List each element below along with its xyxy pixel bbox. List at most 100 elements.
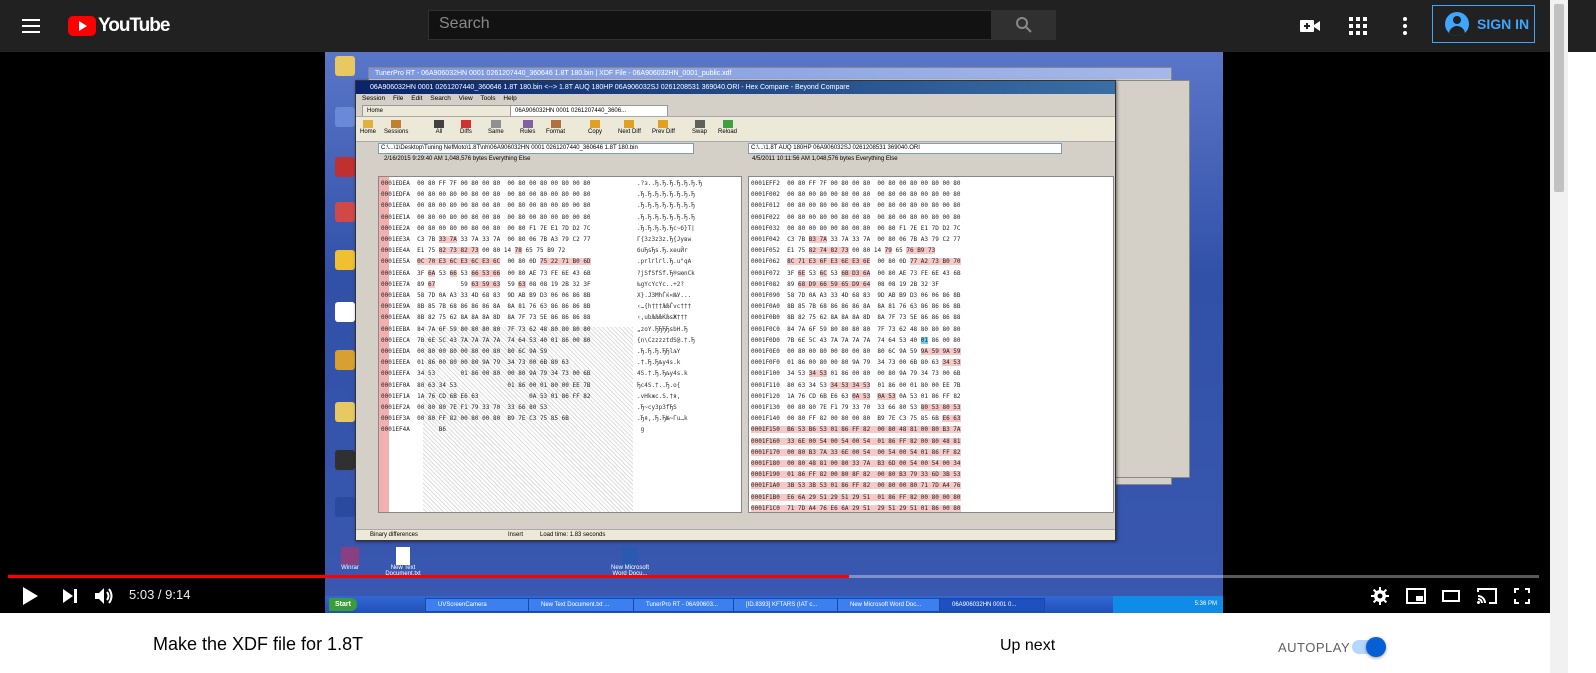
app-icon bbox=[335, 302, 355, 322]
sign-in-label: SIGN IN bbox=[1477, 16, 1530, 32]
youtube-play-logo-icon bbox=[68, 16, 96, 36]
toolbar-same[interactable]: Same bbox=[488, 120, 504, 135]
app-icon bbox=[335, 202, 355, 222]
skip-next-icon bbox=[63, 589, 77, 603]
bc-status-bar: Binary differences Insert Load time: 1.8… bbox=[356, 529, 1115, 540]
taskbar-item-active[interactable]: 06A906032HN 0001 0... bbox=[939, 598, 1045, 612]
masthead: YouTube SIGN IN bbox=[0, 0, 1596, 52]
status-mode: Insert bbox=[508, 532, 524, 538]
path-row: C:\...\1\Desktop\Tuning NefMoto\1.8T\nh\… bbox=[356, 142, 1115, 154]
time-total: 9:14 bbox=[165, 587, 191, 602]
toolbar-home[interactable]: Home bbox=[360, 120, 376, 135]
toolbar-rules[interactable]: Rules bbox=[520, 120, 535, 135]
apps-grid-icon bbox=[1349, 17, 1367, 35]
video-title: Make the XDF file for 1.8T bbox=[153, 634, 364, 654]
app-icon bbox=[335, 450, 355, 470]
right-file-info: 4/5/2011 10:11:56 AM 1,048,576 bytes Eve… bbox=[752, 156, 898, 162]
start-button[interactable]: Start bbox=[329, 598, 357, 611]
menu-item[interactable]: Tools bbox=[480, 95, 495, 102]
time-display: 5:03 / 9:14 bbox=[129, 586, 190, 604]
play-button[interactable] bbox=[18, 584, 42, 608]
time-current: 5:03 bbox=[129, 587, 155, 602]
menu-icon[interactable] bbox=[20, 15, 42, 37]
menu-item[interactable]: Help bbox=[503, 95, 516, 102]
toolbar-reload[interactable]: Reload bbox=[718, 120, 737, 135]
left-file-info: 2/16/2015 9:29:40 AM 1,048,576 bytes Eve… bbox=[384, 156, 531, 162]
toolbar-all[interactable]: All bbox=[434, 120, 444, 135]
search-icon bbox=[1016, 17, 1032, 33]
taskbar-item[interactable]: TunerPro RT - 06A90603... bbox=[633, 598, 743, 612]
miniplayer-button[interactable] bbox=[1404, 584, 1428, 608]
fullscreen-button[interactable] bbox=[1510, 584, 1534, 608]
next-button[interactable] bbox=[58, 584, 82, 608]
autoplay-toggle[interactable] bbox=[1352, 637, 1386, 657]
gear-icon bbox=[1371, 587, 1389, 605]
miniplayer-icon bbox=[1406, 588, 1426, 604]
taskbar-item[interactable]: [ID.8393] KFTARS (IAT c... bbox=[733, 598, 847, 612]
toolbar-prev-diff[interactable]: Prev Diff bbox=[652, 120, 675, 135]
autoplay-label: AUTOPLAY bbox=[1278, 640, 1351, 655]
status-load: Load time: 1.83 seconds bbox=[540, 532, 606, 538]
left-hex-text: 0001EDEA 00 80 FF 7F 00 80 00 80 00 80 0… bbox=[381, 180, 591, 434]
video-player[interactable]: TunerPro RT - 06A906032HN 0001 026120744… bbox=[0, 52, 1550, 613]
right-hex-text: 0001EFF2 00 80 FF 7F 00 80 00 80 00 80 0… bbox=[751, 180, 961, 512]
create-video-button[interactable] bbox=[1298, 14, 1322, 38]
taskbar-item[interactable]: New Text Document.txt ... bbox=[528, 598, 642, 612]
settings-more-button[interactable] bbox=[1393, 14, 1417, 38]
menu-item[interactable]: Search bbox=[430, 95, 451, 102]
toolbar-swap[interactable]: Swap bbox=[692, 120, 707, 135]
play-icon bbox=[23, 587, 38, 605]
info-row: 2/16/2015 9:29:40 AM 1,048,576 bytes Eve… bbox=[356, 154, 1115, 164]
right-hex-pane[interactable]: 0001EFF2 00 80 FF 7F 00 80 00 80 00 80 0… bbox=[748, 176, 1114, 513]
bc-title: 06A906032HN 0001 0261207440_360646 1.8T … bbox=[356, 81, 1115, 94]
search-input[interactable] bbox=[429, 11, 989, 37]
theater-icon bbox=[1442, 590, 1460, 602]
volume-icon bbox=[95, 588, 113, 604]
apps-button[interactable] bbox=[1346, 14, 1370, 38]
right-path-field[interactable]: C:\...\1.8T AUQ 180HP 06A906032SJ 026120… bbox=[748, 143, 1062, 154]
scrollbar-thumb[interactable] bbox=[1554, 4, 1564, 192]
beyond-compare-window[interactable]: 06A906032HN 0001 0261207440_360646 1.8T … bbox=[355, 80, 1116, 541]
mute-button[interactable] bbox=[93, 584, 117, 608]
toolbar-next-diff[interactable]: Next Diff bbox=[618, 120, 641, 135]
toolbar-format[interactable]: Format bbox=[546, 120, 565, 135]
progress-bar[interactable] bbox=[8, 575, 1539, 578]
video-frame[interactable]: TunerPro RT - 06A906032HN 0001 026120744… bbox=[325, 52, 1223, 613]
left-ascii-text: .?з..Ђ.Ђ.Ђ.Ђ.Ђ.Ђ.Ђ .Ђ.Ђ.Ђ.Ђ.Ђ.Ђ.Ђ.Ђ .Ђ.Ђ… bbox=[637, 180, 703, 434]
page-scrollbar[interactable] bbox=[1550, 0, 1568, 673]
menu-item[interactable]: View bbox=[459, 95, 473, 102]
left-hex-pane[interactable]: 0001EDEA 00 80 FF 7F 00 80 00 80 00 80 0… bbox=[378, 176, 742, 513]
time-separator: / bbox=[154, 587, 166, 602]
app-icon bbox=[335, 497, 355, 517]
logo-text: YouTube bbox=[98, 15, 170, 36]
menu-item[interactable]: Session bbox=[362, 95, 385, 102]
tunerpro-title: TunerPro RT - 06A906032HN 0001 026120744… bbox=[369, 68, 1171, 79]
desktop-icon-winrar: Winrar bbox=[335, 547, 365, 571]
left-path-field[interactable]: C:\...\1\Desktop\Tuning NefMoto\1.8T\nh\… bbox=[378, 143, 694, 154]
status-diff: Binary differences bbox=[370, 532, 418, 538]
autoplay-toggle-knob bbox=[1366, 637, 1386, 657]
toolbar-diffs[interactable]: Diffs bbox=[460, 120, 472, 135]
cast-button[interactable] bbox=[1475, 584, 1499, 608]
toolbar-sessions[interactable]: Sessions bbox=[384, 120, 408, 135]
menu-item[interactable]: Edit bbox=[411, 95, 422, 102]
video-camera-add-icon bbox=[1300, 20, 1320, 32]
folder-icon bbox=[335, 402, 355, 422]
up-next-heading: Up next bbox=[1000, 637, 1056, 654]
theater-mode-button[interactable] bbox=[1439, 584, 1463, 608]
background-window bbox=[1115, 80, 1190, 478]
youtube-logo[interactable]: YouTube bbox=[68, 14, 170, 38]
search-button[interactable] bbox=[992, 10, 1056, 40]
sign-in-button[interactable]: SIGN IN bbox=[1432, 5, 1535, 43]
taskbar-item[interactable]: UVScreenCamera bbox=[425, 598, 537, 612]
menu-item[interactable]: File bbox=[393, 95, 403, 102]
toolbar-copy[interactable]: Copy bbox=[588, 120, 602, 135]
account-icon bbox=[1445, 12, 1469, 36]
settings-button[interactable] bbox=[1368, 584, 1392, 608]
taskbar-item[interactable]: New Microsoft Word Doc... bbox=[837, 598, 949, 612]
bc-toolbar: Home Sessions All Diffs Same Rules Forma… bbox=[356, 116, 1115, 142]
app-icon bbox=[335, 350, 355, 370]
computer-icon bbox=[335, 107, 355, 127]
app-icon bbox=[335, 250, 355, 270]
desktop-icon-word-doc: New Microsoft Word Docu... bbox=[605, 547, 655, 577]
